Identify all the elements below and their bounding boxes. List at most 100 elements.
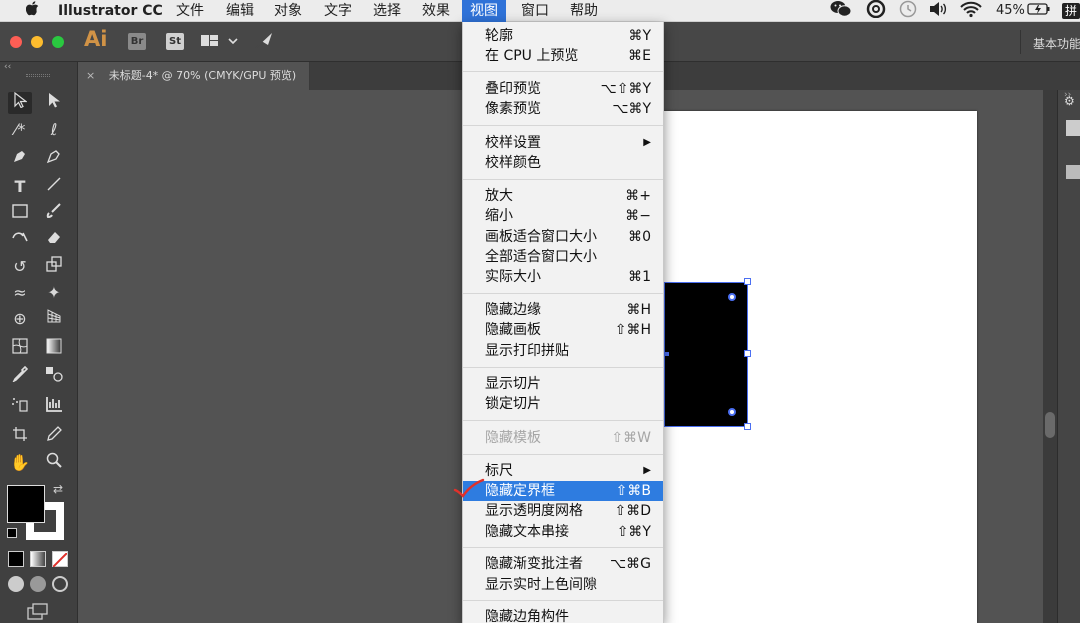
menu-item-actual-size[interactable]: 实际大小 ⌘1 [463,267,663,287]
menu-help[interactable]: 帮助 [562,0,606,22]
bridge-button[interactable]: Br [128,33,146,50]
bbox-handle-bottom-right[interactable] [744,423,751,430]
default-fill-stroke-icon[interactable] [7,528,17,538]
menu-item-lock-slices[interactable]: 锁定切片 [463,394,663,414]
document-tab[interactable]: × 未标题-4* @ 70% (CMYK/GPU 预览) [78,62,310,90]
menu-item-show-print-tiling[interactable]: 显示打印拼贴 [463,341,663,361]
width-tool-icon[interactable]: ≈ [8,282,32,304]
menu-type[interactable]: 文字 [316,0,360,22]
menu-item-zoom-in[interactable]: 放大 ⌘+ [463,186,663,206]
menu-item-hide-bounding-box[interactable]: 隐藏定界框 ⇧⌘B [463,481,663,501]
menu-window[interactable]: 窗口 [513,0,557,22]
screen-mode-icon[interactable] [27,603,49,620]
panel-collapse-icon[interactable]: ‹‹ [4,62,11,72]
wifi-icon[interactable] [960,0,982,22]
menu-file[interactable]: 文件 [168,0,212,22]
symbol-sprayer-tool-icon[interactable] [8,396,32,418]
none-mode-button[interactable] [52,551,68,568]
corner-widget-bottom[interactable] [728,408,736,416]
eraser-tool-icon[interactable] [42,228,66,250]
line-tool-icon[interactable] [42,176,66,198]
bbox-handle-middle-right[interactable] [744,350,751,357]
gradient-tool-icon[interactable] [42,338,66,360]
menu-item-hide-gradient-annotator[interactable]: 隐藏渐变批注者 ⌥⌘G [463,554,663,574]
menu-item-hide-corner-widget[interactable]: 隐藏边角构件 [463,607,663,623]
puppet-warp-tool-icon[interactable]: ✦ [42,282,66,304]
color-mode-button[interactable] [8,551,24,567]
menu-view[interactable]: 视图 [462,0,506,22]
menu-item-zoom-out[interactable]: 缩小 ⌘− [463,206,663,226]
shaper-tool-icon[interactable] [8,228,32,250]
fill-swatch[interactable] [7,485,45,523]
eyedropper-tool-icon[interactable] [8,365,32,388]
draw-inside-icon[interactable] [52,576,68,592]
slice-tool-icon[interactable] [42,426,66,448]
menu-object[interactable]: 对象 [266,0,310,22]
draw-normal-icon[interactable] [8,576,24,592]
time-machine-icon[interactable] [898,0,918,22]
menu-item-fit-all[interactable]: 全部适合窗口大小 [463,247,663,267]
menu-item-fit-artboard[interactable]: 画板适合窗口大小 ⌘0 [463,227,663,247]
scale-tool-icon[interactable] [42,256,66,278]
arrange-documents-icon[interactable] [200,33,240,49]
close-window-button[interactable] [10,36,22,48]
menu-item-hide-artboards[interactable]: 隐藏画板 ⇧⌘H [463,320,663,340]
volume-icon[interactable] [928,0,948,22]
menu-effect[interactable]: 效果 [414,0,458,22]
shape-builder-tool-icon[interactable]: ⊕ [8,308,32,330]
hand-tool-icon[interactable]: ✋ [8,452,32,474]
menu-item-rulers[interactable]: 标尺 ▶ [463,461,663,481]
draw-behind-icon[interactable] [30,576,46,592]
selection-tool-icon[interactable] [8,91,32,114]
swap-fill-stroke-icon[interactable]: ⇄ [53,482,63,496]
magic-wand-tool-icon[interactable]: ⁄* [8,119,32,141]
close-tab-icon[interactable]: × [86,62,95,90]
layers-panel-icon[interactable] [1066,120,1080,136]
type-tool-icon[interactable]: T [8,176,32,198]
column-graph-tool-icon[interactable] [42,396,66,418]
libraries-panel-icon[interactable] [1066,165,1080,179]
scrollbar-thumb[interactable] [1045,412,1055,438]
menu-item-show-live-paint-gaps[interactable]: 显示实时上色间隙 [463,575,663,595]
lasso-tool-icon[interactable]: ℓ [42,119,66,141]
menu-item-show-slices[interactable]: 显示切片 [463,374,663,394]
gradient-mode-button[interactable] [30,551,46,567]
mesh-tool-icon[interactable] [8,338,32,360]
pen-tool-icon[interactable] [8,148,32,170]
selected-black-rectangle[interactable] [664,282,748,427]
menu-item-show-transparency-grid[interactable]: 显示透明度网格 ⇧⌘D [463,501,663,521]
blend-tool-icon[interactable] [42,366,66,388]
wechat-icon[interactable] [830,0,852,22]
battery-charging-icon[interactable] [1027,0,1051,22]
zoom-tool-icon[interactable] [42,452,66,474]
menu-select[interactable]: 选择 [365,0,409,22]
app-name-menu[interactable]: Illustrator CC [50,0,171,22]
menu-item-hide-edges[interactable]: 隐藏边缘 ⌘H [463,300,663,320]
input-method-indicator[interactable]: 拼 [1062,3,1080,19]
menu-item-outline[interactable]: 轮廓 ⌘Y [463,26,663,46]
workspace-switcher[interactable]: 基本功能 [1033,35,1080,52]
apple-icon[interactable] [18,0,47,22]
menu-edit[interactable]: 编辑 [218,0,262,22]
paintbrush-tool-icon[interactable] [42,202,66,224]
corner-widget-top[interactable] [728,293,736,301]
artboard-tool-icon[interactable] [8,426,32,448]
properties-panel-icon[interactable]: ⚙ [1064,94,1080,108]
menu-item-cpu-preview[interactable]: 在 CPU 上预览 ⌘E [463,46,663,66]
creative-cloud-icon[interactable] [866,0,886,22]
perspective-grid-tool-icon[interactable] [42,308,66,330]
menu-item-pixel-preview[interactable]: 像素预览 ⌥⌘Y [463,99,663,119]
menu-item-proof-colors[interactable]: 校样颜色 [463,153,663,173]
vertical-scrollbar[interactable] [1043,90,1057,623]
panel-grip[interactable] [26,74,50,77]
menu-item-overprint-preview[interactable]: 叠印预览 ⌥⇧⌘Y [463,79,663,99]
rectangle-tool-icon[interactable] [8,202,32,224]
curvature-tool-icon[interactable] [42,148,66,170]
stock-button[interactable]: St [166,33,184,50]
rotate-tool-icon[interactable]: ↺ [8,256,32,278]
direct-selection-tool-icon[interactable] [42,92,66,114]
minimize-window-button[interactable] [31,36,43,48]
gpu-performance-icon[interactable] [254,31,274,51]
menu-item-proof-setup[interactable]: 校样设置 ▶ [463,133,663,153]
zoom-window-button[interactable] [52,36,64,48]
